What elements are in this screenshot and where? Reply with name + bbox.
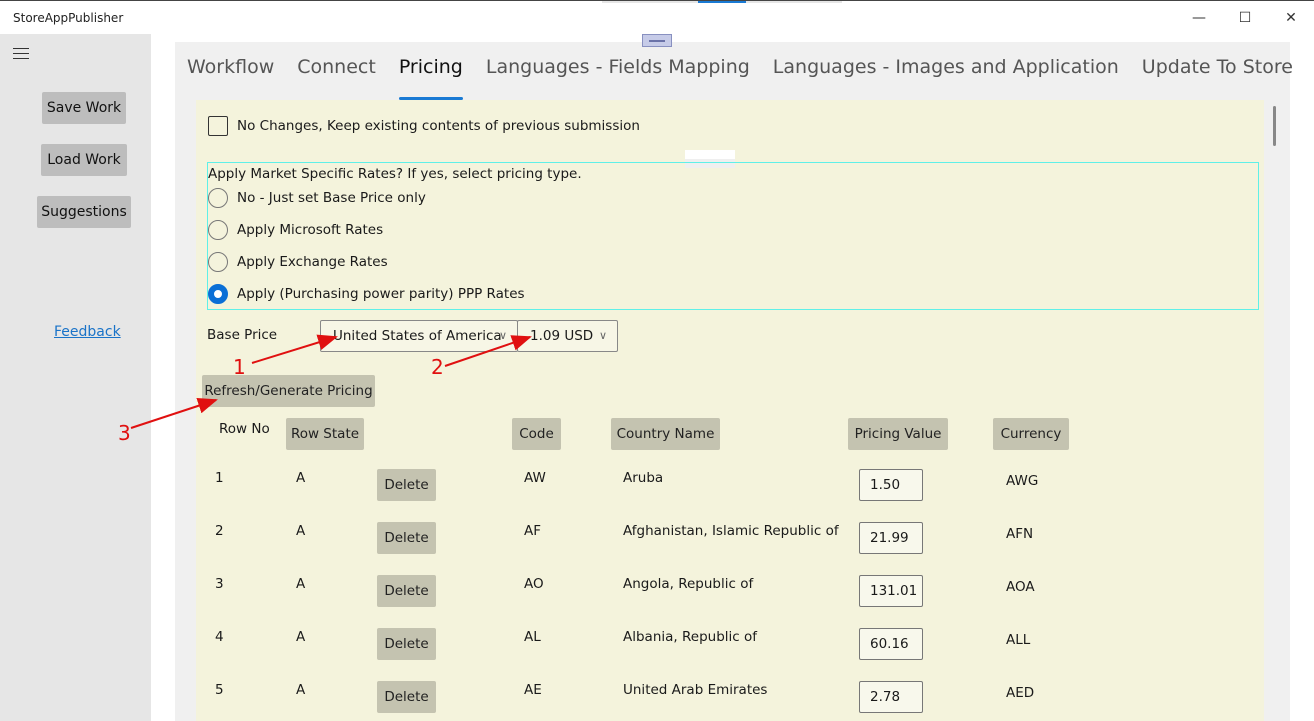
tab-workflow[interactable]: Workflow bbox=[187, 56, 274, 90]
pricing-value-input[interactable]: 2.78 bbox=[859, 681, 923, 713]
row-state: A bbox=[296, 682, 306, 698]
row-country: Aruba bbox=[623, 470, 664, 486]
rate-option-base-only[interactable]: No - Just set Base Price only bbox=[208, 188, 426, 208]
radio-icon[interactable] bbox=[208, 252, 228, 272]
rate-option-ppp[interactable]: Apply (Purchasing power parity) PPP Rate… bbox=[208, 284, 525, 304]
no-changes-option[interactable]: No Changes, Keep existing contents of pr… bbox=[208, 116, 640, 136]
base-price-label: Base Price bbox=[207, 327, 278, 343]
no-changes-checkbox[interactable] bbox=[208, 116, 228, 136]
hamburger-icon[interactable] bbox=[13, 48, 29, 60]
annotation-label-3: 3 bbox=[118, 421, 131, 445]
row-state: A bbox=[296, 470, 306, 486]
pricing-value: 1.50 bbox=[870, 477, 901, 493]
annotation-label-1: 1 bbox=[233, 355, 246, 379]
radio-checked-icon[interactable] bbox=[208, 284, 228, 304]
delete-row-button[interactable]: Delete bbox=[377, 522, 436, 554]
tab-languages-images-application[interactable]: Languages - Images and Application bbox=[773, 56, 1119, 90]
row-currency: ALL bbox=[1006, 632, 1031, 648]
annotation-label-2: 2 bbox=[431, 355, 444, 379]
pricing-panel: No Changes, Keep existing contents of pr… bbox=[196, 100, 1264, 721]
rate-option-label: Apply Microsoft Rates bbox=[237, 222, 384, 238]
tab-connect[interactable]: Connect bbox=[297, 56, 376, 90]
pricing-value: 2.78 bbox=[870, 689, 901, 705]
pricing-value: 60.16 bbox=[870, 636, 909, 652]
column-row-no: Row No bbox=[219, 421, 270, 437]
row-country: Albania, Republic of bbox=[623, 629, 757, 645]
row-number: 1 bbox=[215, 470, 224, 486]
column-currency[interactable]: Currency bbox=[993, 418, 1069, 450]
maximize-button[interactable]: ☐ bbox=[1222, 5, 1268, 31]
row-code: AO bbox=[524, 576, 544, 592]
tab-update-to-store[interactable]: Update To Store bbox=[1142, 56, 1293, 90]
top-accent-bar bbox=[602, 1, 842, 3]
market-rates-group: Apply Market Specific Rates? If yes, sel… bbox=[207, 162, 1259, 310]
feedback-link[interactable]: Feedback bbox=[54, 324, 121, 340]
suggestions-button[interactable]: Suggestions bbox=[37, 196, 131, 228]
row-state: A bbox=[296, 576, 306, 592]
pricing-value: 131.01 bbox=[870, 583, 918, 599]
delete-row-button[interactable]: Delete bbox=[377, 681, 436, 713]
close-button[interactable]: ✕ bbox=[1268, 5, 1314, 31]
row-country: United Arab Emirates bbox=[623, 682, 768, 698]
row-code: AW bbox=[524, 470, 546, 486]
row-number: 2 bbox=[215, 523, 224, 539]
pricing-value-input[interactable]: 60.16 bbox=[859, 628, 923, 660]
column-country-name[interactable]: Country Name bbox=[611, 418, 720, 450]
sidebar: Save Work Load Work Suggestions Feedback bbox=[0, 34, 151, 721]
pricing-value-input[interactable]: 1.50 bbox=[859, 469, 923, 501]
base-price-select[interactable]: 1.09 USD ∨ bbox=[517, 320, 618, 352]
delete-row-button[interactable]: Delete bbox=[377, 628, 436, 660]
minimize-button[interactable]: — bbox=[1176, 5, 1222, 31]
main-content: Workflow Connect Pricing Languages - Fie… bbox=[175, 42, 1293, 721]
refresh-pricing-button[interactable]: Refresh/Generate Pricing bbox=[202, 375, 375, 407]
row-number: 4 bbox=[215, 629, 224, 645]
radio-icon[interactable] bbox=[208, 220, 228, 240]
row-state: A bbox=[296, 629, 306, 645]
rate-option-microsoft[interactable]: Apply Microsoft Rates bbox=[208, 220, 383, 240]
radio-icon[interactable] bbox=[208, 188, 228, 208]
rate-option-label: Apply Exchange Rates bbox=[237, 254, 388, 270]
window-title: StoreAppPublisher bbox=[13, 11, 124, 25]
delete-row-button[interactable]: Delete bbox=[377, 469, 436, 501]
load-work-button[interactable]: Load Work bbox=[41, 144, 127, 176]
base-country-select[interactable]: United States of America ∨ bbox=[320, 320, 518, 352]
tab-pricing[interactable]: Pricing bbox=[398, 56, 463, 100]
title-bar: StoreAppPublisher — ☐ ✕ bbox=[0, 1, 1314, 34]
rate-option-label: Apply (Purchasing power parity) PPP Rate… bbox=[237, 286, 525, 302]
delete-row-button[interactable]: Delete bbox=[377, 575, 436, 607]
chevron-down-icon: ∨ bbox=[498, 329, 507, 342]
column-row-state[interactable]: Row State bbox=[286, 418, 364, 450]
rate-option-exchange[interactable]: Apply Exchange Rates bbox=[208, 252, 388, 272]
save-work-button[interactable]: Save Work bbox=[42, 92, 126, 124]
column-code[interactable]: Code bbox=[512, 418, 561, 450]
row-code: AF bbox=[524, 523, 542, 539]
row-number: 3 bbox=[215, 576, 224, 592]
chevron-down-icon: ∨ bbox=[598, 329, 607, 342]
tab-languages-fields-mapping[interactable]: Languages - Fields Mapping bbox=[486, 56, 750, 90]
no-changes-label: No Changes, Keep existing contents of pr… bbox=[237, 118, 640, 134]
row-number: 5 bbox=[215, 682, 224, 698]
scrollbar-thumb[interactable] bbox=[1273, 106, 1276, 146]
row-currency: AED bbox=[1006, 685, 1035, 701]
pricing-value-input[interactable]: 131.01 bbox=[859, 575, 923, 607]
splitter-handle[interactable] bbox=[642, 34, 672, 47]
app-window: StoreAppPublisher — ☐ ✕ Save Work Load W… bbox=[0, 0, 1314, 721]
row-code: AE bbox=[524, 682, 542, 698]
row-country: Afghanistan, Islamic Republic of bbox=[623, 523, 839, 539]
row-country: Angola, Republic of bbox=[623, 576, 754, 592]
base-country-value: United States of America bbox=[333, 328, 502, 344]
row-currency: AWG bbox=[1006, 473, 1039, 489]
row-currency: AOA bbox=[1006, 579, 1035, 595]
row-code: AL bbox=[524, 629, 541, 645]
column-pricing-value[interactable]: Pricing Value bbox=[848, 418, 948, 450]
row-state: A bbox=[296, 523, 306, 539]
market-rates-question: Apply Market Specific Rates? If yes, sel… bbox=[208, 166, 582, 182]
pricing-value: 21.99 bbox=[870, 530, 909, 546]
rate-option-label: No - Just set Base Price only bbox=[237, 190, 426, 206]
base-price-value: 1.09 USD bbox=[530, 328, 594, 344]
row-currency: AFN bbox=[1006, 526, 1034, 542]
pricing-value-input[interactable]: 21.99 bbox=[859, 522, 923, 554]
tab-bar: Workflow Connect Pricing Languages - Fie… bbox=[187, 56, 1314, 100]
